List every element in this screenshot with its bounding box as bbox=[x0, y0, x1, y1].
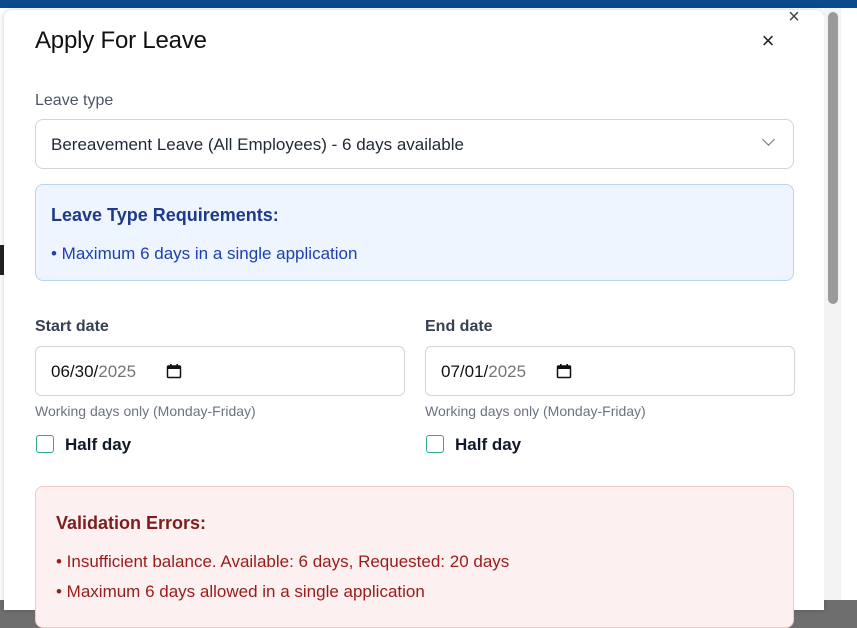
leave-requirements-panel: Leave Type Requirements: • Maximum 6 day… bbox=[35, 184, 794, 281]
start-half-day-checkbox[interactable] bbox=[36, 435, 54, 453]
leave-type-select[interactable]: Bereavement Leave (All Employees) - 6 da… bbox=[35, 119, 794, 169]
start-date-label: Start date bbox=[35, 318, 109, 335]
chevron-down-icon bbox=[762, 133, 775, 146]
end-date-label: End date bbox=[425, 318, 493, 335]
end-date-value: 07/01/2025 bbox=[441, 362, 527, 381]
validation-errors-panel: Validation Errors: • Insufficient balanc… bbox=[35, 486, 794, 628]
leave-type-value: Bereavement Leave (All Employees) - 6 da… bbox=[51, 135, 464, 154]
modal-title: Apply For Leave bbox=[35, 27, 207, 54]
start-half-day-label[interactable]: Half day bbox=[65, 435, 131, 455]
app-top-bar bbox=[0, 0, 857, 8]
end-half-day-checkbox[interactable] bbox=[426, 435, 444, 453]
validation-error-item: • Insufficient balance. Available: 6 day… bbox=[56, 552, 510, 571]
requirement-item: • Maximum 6 days in a single application bbox=[51, 244, 358, 263]
end-date-input[interactable]: 07/01/2025 bbox=[425, 346, 795, 396]
start-date-value: 06/30/2025 bbox=[51, 362, 137, 381]
apply-leave-modal: Apply For Leave × Leave type Bereavement… bbox=[4, 10, 824, 628]
end-half-day-label[interactable]: Half day bbox=[455, 435, 521, 455]
end-date-hint: Working days only (Monday-Friday) bbox=[425, 403, 646, 419]
validation-error-item: • Maximum 6 days allowed in a single app… bbox=[56, 582, 425, 601]
start-date-input[interactable]: 06/30/2025 bbox=[35, 346, 405, 396]
scrollbar-thumb[interactable] bbox=[828, 12, 838, 304]
validation-title: Validation Errors: bbox=[56, 513, 207, 533]
close-icon[interactable]: × bbox=[783, 6, 805, 28]
leave-type-label: Leave type bbox=[35, 92, 114, 109]
calendar-icon[interactable] bbox=[166, 363, 182, 379]
calendar-icon[interactable] bbox=[556, 363, 572, 379]
requirements-title: Leave Type Requirements: bbox=[51, 205, 279, 225]
close-icon[interactable]: × bbox=[756, 29, 780, 53]
start-date-hint: Working days only (Monday-Friday) bbox=[35, 403, 256, 419]
